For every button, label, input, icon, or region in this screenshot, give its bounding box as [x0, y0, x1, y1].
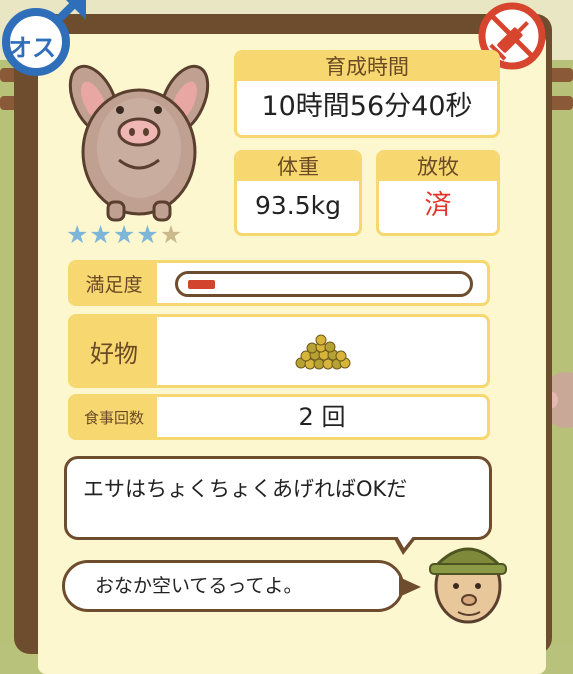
meal-count-label: 食事回数: [71, 397, 157, 437]
growth-time-label: 育成時間: [237, 53, 497, 81]
growth-time-value: 10時間56分40秒: [261, 91, 473, 122]
grazing-panel: 放牧 済: [376, 150, 500, 236]
weight-label: 体重: [237, 153, 359, 181]
farmer-face-icon: [429, 547, 507, 624]
hint-speech-bubble: エサはちょくちょくあげればOKだ: [64, 456, 492, 555]
grazing-label: 放牧: [379, 153, 497, 181]
bubble-tail: [396, 534, 415, 548]
status-speech-bubble: おなか空いてるってよ。: [62, 560, 421, 612]
meal-count-value: 2 回: [298, 403, 346, 431]
meal-count-row: 食事回数 2 回: [68, 394, 490, 440]
favorite-label: 好物: [71, 317, 157, 385]
weight-panel: 体重 93.5kg: [234, 150, 362, 236]
growth-time-panel: 育成時間 10時間56分40秒: [234, 50, 500, 138]
weight-value: 93.5kg: [254, 191, 341, 220]
satisfaction-label: 満足度: [71, 263, 157, 303]
pig-face-icon: [68, 64, 210, 222]
hint-text: エサはちょくちょくあげればOKだ: [83, 477, 408, 501]
bubble-tail: [399, 577, 421, 597]
satisfaction-row: 満足度: [68, 260, 490, 306]
star-filled-icon: ★: [112, 220, 136, 249]
satisfaction-bar: [175, 271, 473, 297]
star-empty-icon: ★: [159, 220, 183, 249]
star-filled-icon: ★: [89, 220, 112, 249]
rating-stars: ★ ★ ★ ★ ★: [66, 222, 182, 248]
favorite-food-row: 好物: [68, 314, 490, 388]
feed-pellets-icon: [295, 334, 351, 370]
grazing-value: 済: [424, 190, 452, 221]
gender-label: オス: [8, 34, 56, 62]
star-filled-icon: ★: [66, 220, 89, 249]
star-filled-icon: ★: [136, 220, 159, 249]
satisfaction-fill: [188, 280, 215, 289]
status-text: おなか空いてるってよ。: [95, 575, 303, 597]
